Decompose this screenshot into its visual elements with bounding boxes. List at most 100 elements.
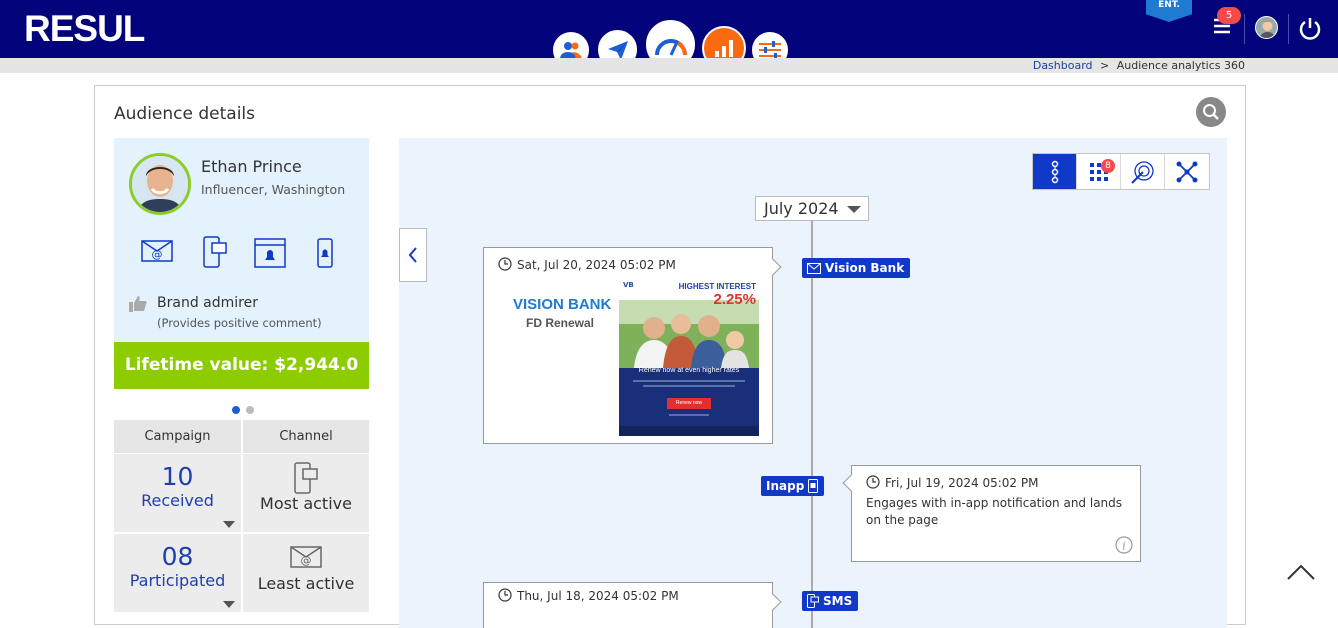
email-at-icon: @ [141, 240, 173, 262]
event-timestamp: Sat, Jul 20, 2024 05:02 PM [517, 258, 676, 272]
mobile-app-icon [808, 479, 819, 493]
family-photo-icon [619, 300, 759, 368]
mobile-bell-icon [317, 238, 333, 268]
received-count: 10 [161, 462, 194, 491]
channel-tag-label: Inapp [766, 479, 805, 493]
timeline-axis [811, 221, 813, 628]
email-channel-button[interactable]: @ [141, 238, 173, 266]
logout-button[interactable] [1298, 16, 1322, 44]
persona-note: (Provides positive comment) [157, 316, 322, 330]
least-active-channel: @ Least active [243, 534, 369, 612]
breadcrumb-dashboard-link[interactable]: Dashboard [1033, 59, 1093, 72]
carousel-dot-1[interactable] [232, 406, 240, 414]
profile-avatar [129, 153, 191, 215]
tab-grid-view[interactable]: 8 [1077, 154, 1121, 189]
tab-timeline-view[interactable] [1033, 154, 1077, 189]
least-active-label: Least active [257, 574, 355, 593]
filter-count-badge: 8 [1101, 159, 1115, 173]
thumbs-up-icon [129, 296, 147, 316]
campaign-banner-image[interactable]: VB HIGHEST INTEREST 2.25% Renew now at e… [619, 278, 759, 436]
info-icon[interactable]: i [1115, 536, 1133, 554]
chevron-down-icon [223, 601, 235, 608]
edition-badge: ENT. [1146, 0, 1192, 22]
scroll-to-top-button[interactable] [1286, 563, 1316, 585]
page-title: Audience details [114, 104, 255, 124]
browser-bell-icon [254, 238, 286, 268]
received-stat[interactable]: 10 Received [114, 454, 241, 532]
bar-chart-icon [715, 40, 733, 57]
brand-name: VISION BANK [513, 296, 612, 313]
tab-target-view[interactable] [1121, 154, 1165, 189]
mobile-sms-icon [203, 236, 227, 268]
brand-logo[interactable]: RESUL [24, 8, 145, 50]
svg-text:i: i [1122, 540, 1126, 553]
channel-header: Channel [243, 420, 369, 453]
clock-icon [498, 257, 512, 271]
svg-text:@: @ [301, 554, 312, 567]
campaign-header: Campaign [114, 420, 241, 453]
timeline-event-card[interactable]: Thu, Jul 18, 2024 05:02 PM [483, 582, 782, 628]
event-pointer [842, 474, 860, 492]
timeline-prev-button[interactable] [399, 228, 427, 282]
profile-panel: Ethan Prince Influencer, Washington @ Br… [114, 138, 369, 343]
mobile-push-channel-button[interactable] [317, 238, 333, 272]
event-timestamp: Thu, Jul 18, 2024 05:02 PM [517, 589, 679, 603]
received-label: Received [141, 491, 214, 510]
mobile-sms-icon [243, 462, 369, 494]
svg-text:@: @ [152, 248, 163, 261]
chevron-down-icon [847, 206, 861, 213]
chevron-down-icon [223, 521, 235, 528]
participated-stat[interactable]: 08 Participated [114, 534, 241, 612]
network-icon [1176, 161, 1198, 182]
activity-timeline: 8 July 2024 Sat, Jul 20, 2024 05:02 PM V… [399, 138, 1227, 628]
search-button[interactable] [1196, 97, 1226, 127]
top-header: RESUL ENT. 5 [0, 0, 1338, 71]
email-at-icon: @ [243, 544, 369, 574]
breadcrumb-separator: > [1100, 59, 1110, 72]
profile-name: Ethan Prince [201, 157, 302, 176]
most-active-label: Most active [260, 494, 352, 513]
mobile-sms-icon [807, 594, 819, 608]
email-icon [807, 262, 821, 274]
banner-renew-button[interactable]: Renew now [667, 398, 711, 409]
month-selector[interactable]: July 2024 [755, 196, 869, 221]
sliders-icon [759, 41, 781, 59]
user-avatar[interactable] [1255, 16, 1278, 39]
notification-count-badge: 5 [1217, 7, 1241, 24]
tab-network-view[interactable] [1165, 154, 1209, 189]
clock-icon [498, 588, 512, 602]
timeline-event-card[interactable]: Fri, Jul 19, 2024 05:02 PM Engages with … [842, 465, 1141, 562]
campaign-name: FD Renewal [526, 316, 595, 330]
event-description: Engages with in-app notification and lan… [866, 496, 1123, 527]
gauge-icon [654, 38, 687, 56]
clock-icon [866, 475, 880, 489]
breadcrumb: Dashboard > Audience analytics 360 [1033, 58, 1245, 73]
timeline-view-tabs: 8 [1032, 153, 1210, 190]
web-push-channel-button[interactable] [254, 238, 286, 272]
timeline-event-card[interactable]: Sat, Jul 20, 2024 05:02 PM VISION BANK F… [483, 247, 782, 444]
search-icon [1203, 104, 1219, 120]
most-active-channel: Most active [243, 454, 369, 532]
target-click-icon [1130, 160, 1154, 184]
channel-tag-label: Vision Bank [825, 261, 905, 275]
users-icon [560, 42, 582, 59]
user-photo-icon [1256, 17, 1277, 38]
channel-tag-vision-bank[interactable]: Vision Bank [802, 258, 911, 278]
event-pointer [764, 593, 782, 611]
banner-cta-text: Renew now at even higher rates [638, 367, 740, 374]
timeline-dots-icon [1051, 160, 1058, 183]
persona-label: Brand admirer [157, 295, 258, 311]
channel-tag-inapp[interactable]: Inapp [761, 476, 825, 496]
profile-photo-icon [132, 156, 188, 212]
channel-tag-sms[interactable]: SMS [802, 591, 859, 611]
event-pointer [764, 258, 782, 276]
profile-subtitle: Influencer, Washington [201, 182, 346, 197]
mobile-channel-button[interactable] [203, 236, 227, 272]
carousel-dot-2[interactable] [246, 406, 254, 414]
month-selector-value: July 2024 [764, 199, 839, 218]
banner-headline: HIGHEST INTEREST [678, 282, 756, 291]
header-divider [1244, 14, 1245, 44]
participated-count: 08 [161, 542, 194, 571]
chevron-up-icon [1287, 564, 1315, 580]
carousel-dots [232, 399, 260, 418]
